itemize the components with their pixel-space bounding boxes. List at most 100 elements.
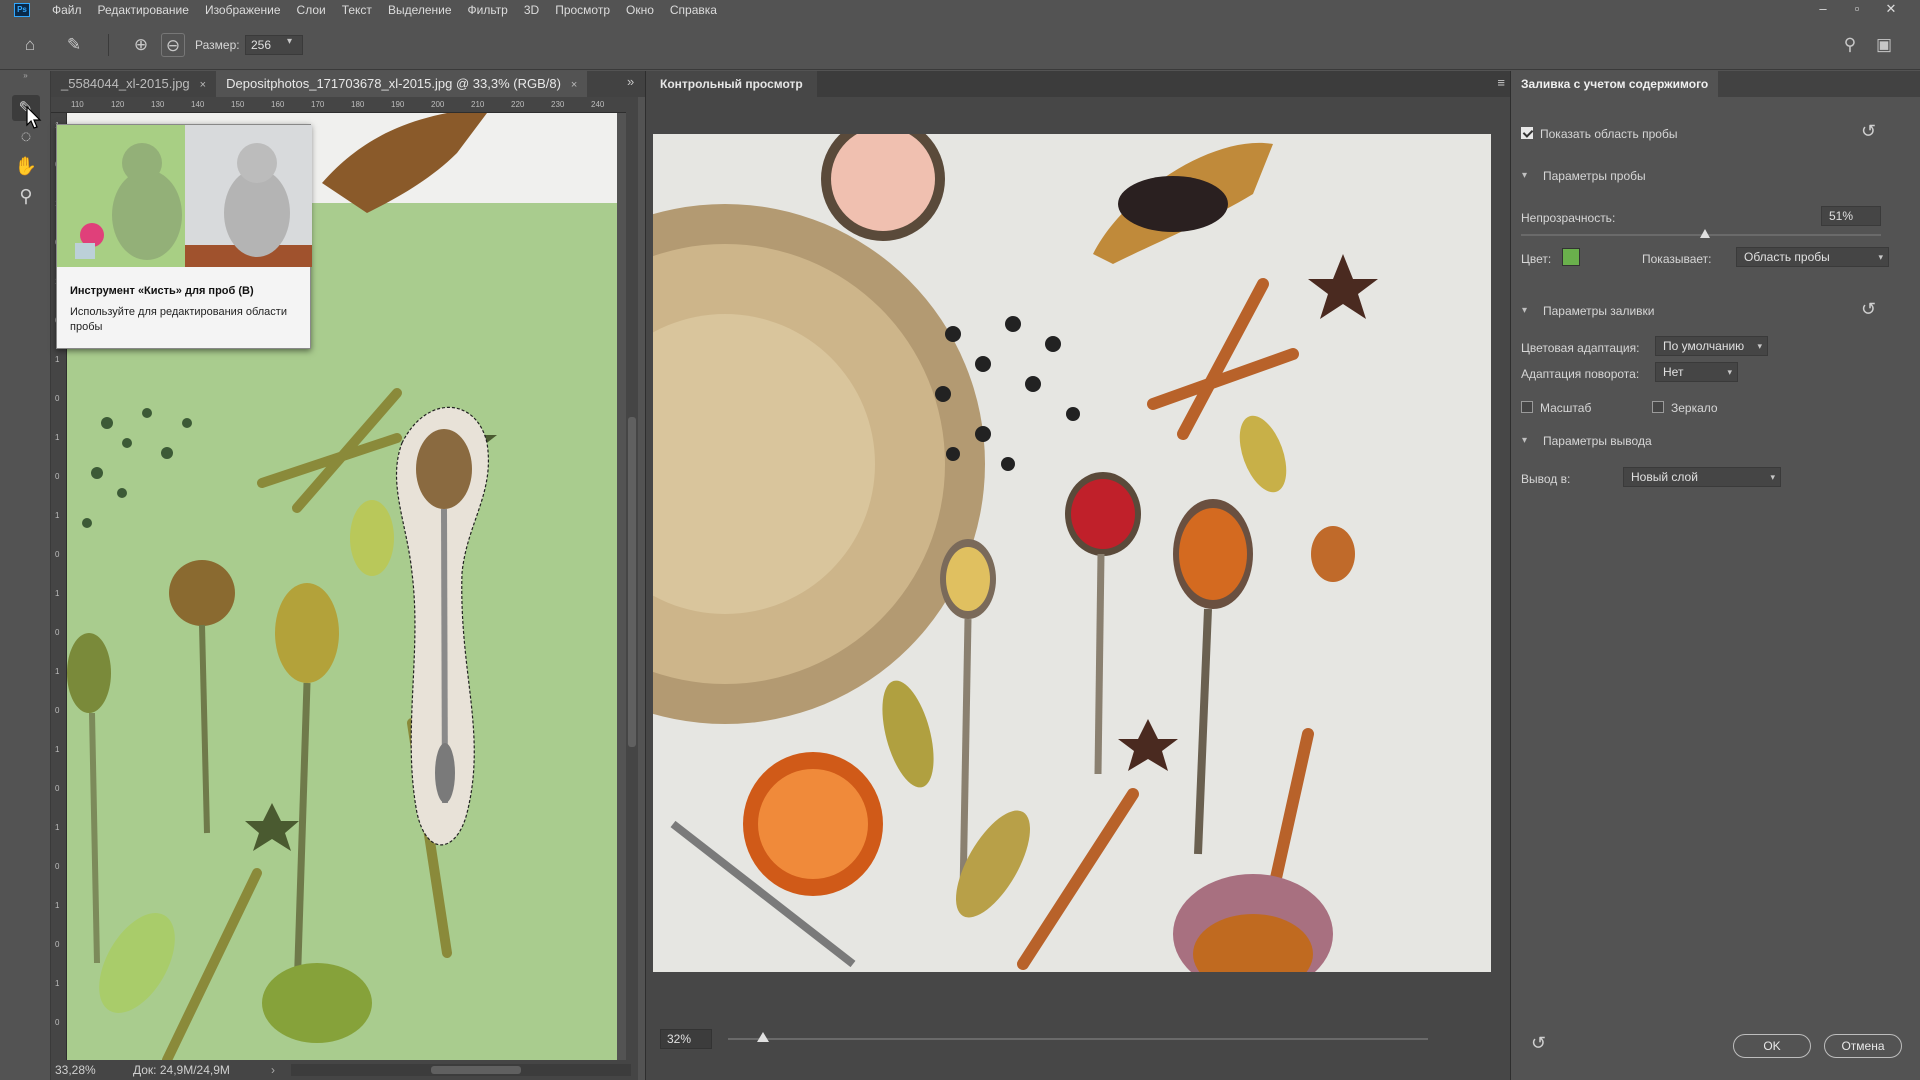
menu-layers[interactable]: Слои bbox=[289, 0, 334, 20]
size-input[interactable]: 256 bbox=[245, 35, 303, 55]
ruler-tick-label: 0 bbox=[55, 394, 60, 403]
ruler-tick-label: 110 bbox=[71, 100, 84, 109]
document-tabs: _5584044_xl-2015.jpg × Depositphotos_1717… bbox=[51, 71, 645, 97]
preview-zoom-thumb[interactable] bbox=[757, 1032, 769, 1042]
ruler-tick-label: 0 bbox=[55, 940, 60, 949]
horizontal-scrollbar[interactable] bbox=[291, 1064, 631, 1076]
scale-checkbox[interactable] bbox=[1521, 401, 1533, 413]
menu-3d[interactable]: 3D bbox=[516, 0, 547, 20]
reset-icon[interactable]: ↺ bbox=[1861, 299, 1876, 320]
menu-edit[interactable]: Редактирование bbox=[90, 0, 197, 20]
menu-window[interactable]: Окно bbox=[618, 0, 662, 20]
output-params-heading[interactable]: Параметры вывода bbox=[1543, 434, 1652, 448]
color-adaptation-dropdown[interactable]: По умолчанию ▾ bbox=[1655, 336, 1768, 356]
ruler-tick-label: 1 bbox=[55, 355, 60, 364]
sample-color-swatch[interactable] bbox=[1562, 248, 1580, 266]
ruler-tick-label: 160 bbox=[271, 100, 285, 109]
panel-title: Заливка с учетом содержимого bbox=[1511, 71, 1719, 97]
maximize-icon[interactable]: ▫ bbox=[1840, 0, 1874, 20]
mouse-cursor-icon bbox=[26, 106, 42, 129]
home-icon[interactable]: ⌂ bbox=[18, 33, 42, 57]
close-icon[interactable]: × bbox=[200, 79, 206, 91]
subtract-from-sample-icon[interactable]: ⊖ bbox=[161, 33, 185, 57]
shows-label: Показывает: bbox=[1642, 252, 1712, 266]
menu-text[interactable]: Текст bbox=[334, 0, 380, 20]
ruler-tick-label: 1 bbox=[55, 979, 60, 988]
cancel-button[interactable]: Отмена bbox=[1824, 1034, 1902, 1058]
mirror-checkbox[interactable] bbox=[1652, 401, 1664, 413]
divider bbox=[108, 34, 109, 56]
reset-all-icon[interactable]: ↺ bbox=[1531, 1033, 1546, 1054]
chevron-down-icon: ▾ bbox=[1770, 472, 1775, 482]
rotation-adaptation-label: Адаптация поворота: bbox=[1521, 367, 1640, 381]
tab-label: Depositphotos_171703678_xl-2015.jpg @ 33… bbox=[226, 76, 561, 91]
panel-menu-icon[interactable]: ≡ bbox=[1497, 75, 1505, 90]
tab-document-2[interactable]: Depositphotos_171703678_xl-2015.jpg @ 33… bbox=[216, 71, 588, 97]
status-bar: 33,28% Док: 24,9M/24,9M › bbox=[51, 1060, 638, 1080]
ruler-tick-label: 220 bbox=[511, 100, 525, 109]
ok-button[interactable]: OK bbox=[1733, 1034, 1811, 1058]
color-label: Цвет: bbox=[1521, 252, 1552, 266]
status-menu-icon[interactable]: › bbox=[271, 1060, 275, 1080]
tab-document-1[interactable]: _5584044_xl-2015.jpg × bbox=[51, 71, 216, 97]
ruler-tick-label: 1 bbox=[55, 745, 60, 754]
close-window-icon[interactable]: ✕ bbox=[1874, 0, 1908, 20]
tooltip-preview-image bbox=[57, 125, 312, 267]
ruler-tick-label: 0 bbox=[55, 550, 60, 559]
chevron-down-icon[interactable]: ▾ bbox=[1522, 305, 1527, 316]
menu-select[interactable]: Выделение bbox=[380, 0, 460, 20]
ruler-tick-label: 0 bbox=[55, 472, 60, 481]
horizontal-ruler: 110 120 130 140 150 160 170 180 190 200 210 220 230 2… bbox=[51, 97, 638, 113]
preview-image[interactable] bbox=[653, 134, 1491, 972]
fill-params-heading[interactable]: Параметры заливки bbox=[1543, 304, 1655, 318]
search-icon[interactable]: ⚲ bbox=[1838, 33, 1862, 57]
preview-zoom-slider[interactable] bbox=[728, 1038, 1428, 1040]
brush-preset-icon[interactable]: ✎ bbox=[62, 33, 86, 57]
tabs-overflow-icon[interactable]: » bbox=[627, 74, 634, 89]
preview-zoom-input[interactable]: 32% bbox=[660, 1029, 712, 1049]
ruler-tick-label: 1 bbox=[55, 589, 60, 598]
add-to-sample-icon[interactable]: ⊕ bbox=[129, 33, 153, 57]
chevron-down-icon[interactable]: ▾ bbox=[1522, 170, 1527, 181]
minimize-icon[interactable]: – bbox=[1806, 0, 1840, 20]
output-dropdown[interactable]: Новый слой ▾ bbox=[1623, 467, 1781, 487]
vertical-scrollbar[interactable] bbox=[626, 97, 638, 1060]
ruler-tick-label: 230 bbox=[551, 100, 565, 109]
workspace-icon[interactable]: ▣ bbox=[1872, 33, 1896, 57]
ruler-tick-label: 210 bbox=[471, 100, 485, 109]
zoom-icon[interactable]: ⚲ bbox=[12, 183, 40, 209]
opacity-slider-thumb[interactable] bbox=[1699, 229, 1710, 238]
ruler-tick-label: 0 bbox=[55, 628, 60, 637]
ruler-tick-label: 0 bbox=[55, 862, 60, 871]
ruler-tick-label: 150 bbox=[231, 100, 245, 109]
chevron-down-icon[interactable]: ▾ bbox=[287, 36, 292, 47]
ruler-tick-label: 0 bbox=[55, 706, 60, 715]
opacity-input[interactable]: 51% bbox=[1821, 206, 1881, 226]
scrollbar-thumb[interactable] bbox=[431, 1066, 521, 1074]
chevron-down-icon[interactable]: ▾ bbox=[1522, 435, 1527, 446]
reset-icon[interactable]: ↺ bbox=[1861, 121, 1876, 142]
scrollbar-thumb[interactable] bbox=[628, 417, 636, 747]
menu-file[interactable]: Файл bbox=[44, 0, 90, 20]
zoom-level[interactable]: 33,28% bbox=[55, 1060, 96, 1080]
close-icon[interactable]: × bbox=[571, 79, 577, 91]
ruler-tick-label: 1 bbox=[55, 667, 60, 676]
ruler-tick-label: 1 bbox=[55, 823, 60, 832]
menu-image[interactable]: Изображение bbox=[197, 0, 289, 20]
shows-dropdown[interactable]: Область пробы ▾ bbox=[1736, 247, 1889, 267]
preview-header: Контрольный просмотр ≡ bbox=[646, 71, 1511, 97]
menu-filter[interactable]: Фильтр bbox=[460, 0, 516, 20]
chevron-down-icon: ▾ bbox=[1757, 341, 1762, 351]
chevron-down-icon: ▾ bbox=[1727, 367, 1732, 377]
panel-header: Заливка с учетом содержимого bbox=[1511, 71, 1920, 97]
hand-icon[interactable]: ✋ bbox=[12, 153, 40, 179]
show-sample-checkbox[interactable] bbox=[1521, 127, 1533, 139]
rotation-adaptation-dropdown[interactable]: Нет ▾ bbox=[1655, 362, 1738, 382]
menu-view[interactable]: Просмотр bbox=[547, 0, 618, 20]
menu-help[interactable]: Справка bbox=[662, 0, 725, 20]
panel-collapse-icon[interactable]: » bbox=[0, 71, 51, 80]
sample-params-heading[interactable]: Параметры пробы bbox=[1543, 169, 1646, 183]
color-adaptation-value: По умолчанию bbox=[1663, 339, 1745, 353]
content-aware-fill-panel: Заливка с учетом содержимого Показать об… bbox=[1510, 71, 1920, 1080]
preview-title: Контрольный просмотр bbox=[646, 71, 817, 97]
